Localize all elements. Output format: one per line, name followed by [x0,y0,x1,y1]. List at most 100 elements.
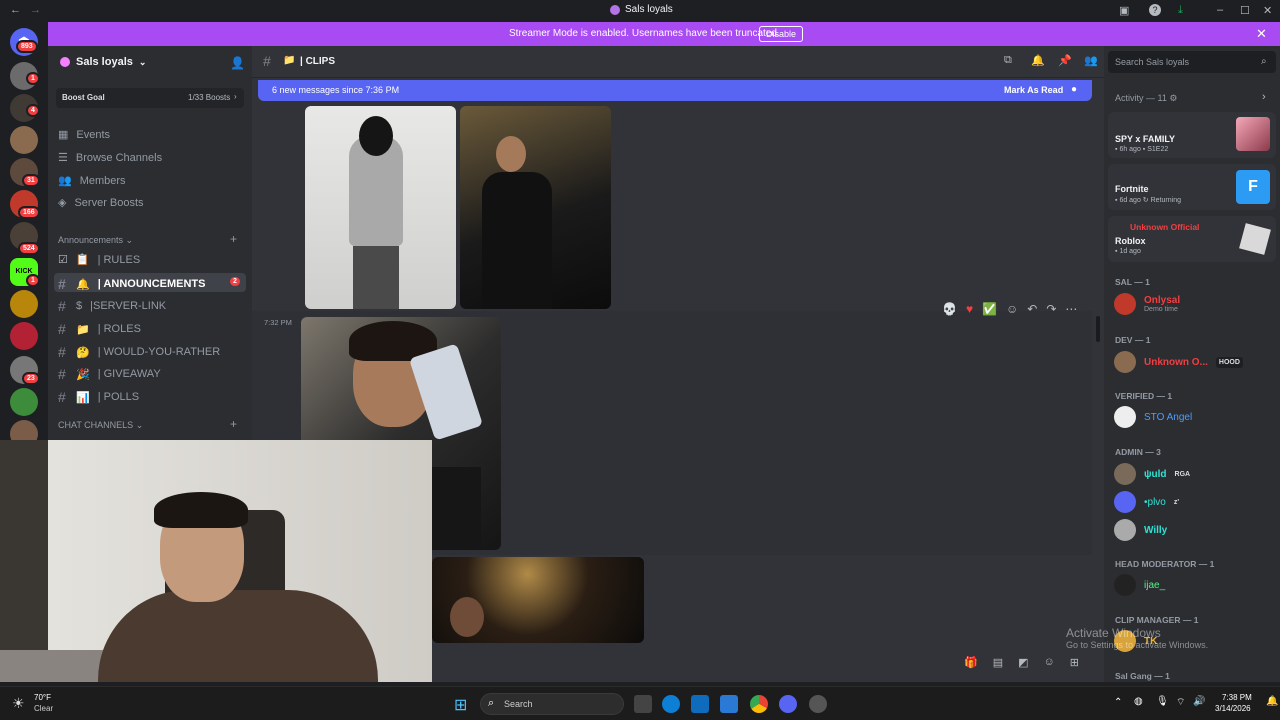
gift-icon[interactable]: 🎁 [964,656,978,669]
chevron-right-icon[interactable]: › [1262,91,1266,103]
emoji-icon[interactable]: ☺ [1044,656,1055,669]
maximize-icon[interactable]: ☐ [1240,4,1250,17]
forward-icon[interactable]: ↷ [1046,302,1056,316]
member-admin-1[interactable]: ψuld RGA [1114,463,1190,485]
member-admin-2[interactable]: •plvo z' [1114,491,1179,513]
discord-icon[interactable] [779,695,797,713]
nav-members[interactable]: 👥 Members [58,174,126,188]
close-icon[interactable]: ✕ [1256,26,1267,42]
channel-polls[interactable]: # 📊 | POLLS [58,389,139,405]
checkbox-icon: ☑ [58,254,68,266]
server-icon-3[interactable] [10,126,38,154]
role-header: CLIP MANAGER — 1 [1115,615,1199,625]
weather-text: Clear [34,704,54,713]
channel-server-link[interactable]: # $ |SERVER-LINK [58,298,166,314]
threads-icon[interactable]: ⧉ [1004,54,1012,67]
download-icon[interactable]: ⤓ [1178,4,1183,17]
server-icon-10[interactable] [10,388,38,416]
server-icon-8[interactable] [10,322,38,350]
forward-arrow-icon[interactable]: → [30,4,41,16]
chrome-icon[interactable] [750,695,768,713]
app-icon[interactable] [809,695,827,713]
category-chat-channels[interactable]: CHAT CHANNELS ⌄ [58,420,143,431]
mark-as-read-button[interactable]: Mark As Read [1004,85,1063,95]
disable-button[interactable]: Disable [759,26,804,42]
chevron-up-icon[interactable]: ⌃ [1114,697,1122,708]
chevron-right-icon: › [234,92,237,101]
member-list-icon[interactable]: 👥 [1084,54,1098,67]
avatar [1114,519,1136,541]
member-onlysal[interactable]: Onlysal Demo time [1114,293,1180,315]
close-window-icon[interactable]: ✕ [1263,4,1272,17]
taskbar-search[interactable]: ⌕ Search [480,693,624,715]
back-arrow-icon[interactable]: ← [10,4,21,16]
channel-rules[interactable]: ☑ 📋 | RULES [58,253,140,267]
task-view-icon[interactable] [634,695,652,713]
mail-icon[interactable] [720,695,738,713]
bell-icon[interactable]: 🔔 [1031,54,1045,67]
member-unknown[interactable]: Unknown O... HOOD [1114,351,1243,373]
windows-start-icon[interactable]: ⊞ [454,695,467,715]
channel-announcements-active[interactable]: # 🔔 | ANNOUNCEMENTS 2 [54,273,246,292]
server-icon-7[interactable] [10,290,38,318]
add-reaction-icon[interactable]: ☺ [1006,302,1018,316]
apps-icon[interactable]: ⊞ [1070,656,1079,669]
channel-roles[interactable]: # 📁 | ROLES [58,321,141,337]
activity-header[interactable]: Activity — 11 ⚙ [1115,93,1177,104]
member-admin-3[interactable]: Willy [1114,519,1167,541]
search-input[interactable]: Search Sals loyals [1115,57,1189,67]
member-ijae[interactable]: ijae_ [1114,574,1165,596]
clock-date[interactable]: 3/14/2026 [1215,704,1251,713]
channel-would-you-rather[interactable]: # 🤔 | WOULD-YOU-RATHER [58,344,220,360]
nav-server-boosts[interactable]: ◈ Server Boosts [58,196,144,210]
volume-icon[interactable]: 🔊 [1193,696,1205,707]
role-header: ADMIN — 3 [1115,447,1161,457]
heart-reaction-icon[interactable]: ♥ [966,302,973,316]
gif-icon[interactable]: ▤ [993,656,1003,669]
server-name-header[interactable]: Sals loyals ⌄ [60,56,146,68]
check-reaction-icon[interactable]: ✅ [982,302,997,316]
hash-icon: # [58,321,66,337]
activity-card-2[interactable]: Fortnite ▪ 6d ago ↻ Returning F [1108,164,1276,210]
reply-icon[interactable]: ↶ [1027,302,1037,316]
category-announcements[interactable]: Announcements ⌄ [58,235,133,246]
edge-icon[interactable] [662,695,680,713]
inbox-icon[interactable]: ▣ [1119,4,1129,17]
notification-badge: 893 [16,40,38,53]
pin-icon[interactable]: 📌 [1058,54,1072,67]
activity-card-1[interactable]: SPY x FAMILY ▪ 6h ago ▪ S1E22 [1108,112,1276,158]
microphone-icon[interactable]: 🎙 [1156,696,1169,707]
nav-browse-channels[interactable]: ☰ Browse Channels [58,151,162,165]
sticker-icon[interactable]: ◩ [1018,656,1028,669]
skull-reaction-icon[interactable]: 💀 [942,302,957,316]
scrollbar-thumb[interactable] [1096,316,1100,342]
invite-people-icon[interactable]: 👤 [230,56,245,70]
calendar-icon: ▦ [58,129,69,141]
channel-giveaway[interactable]: # 🎉 | GIVEAWAY [58,366,161,382]
notification-bell-icon[interactable]: 🔔 [1266,696,1278,707]
add-channel-icon[interactable]: + [230,417,237,431]
can-shape [408,343,484,441]
help-icon[interactable]: ? [1149,4,1161,16]
activity-card-3[interactable]: Unknown Official Roblox ▪ 1d ago [1108,216,1276,262]
store-icon[interactable] [691,695,709,713]
role-header: Sal Gang — 1 [1115,671,1170,681]
clock-time[interactable]: 7:38 PM [1222,693,1252,702]
notification-badge: 524 [18,242,40,255]
search-bar[interactable]: Search Sals loyals ⌕ [1108,51,1276,73]
network-icon[interactable]: ◍ [1134,696,1143,707]
more-options-icon[interactable]: ⋯ [1065,302,1077,316]
wifi-icon[interactable]: ⌔ [1176,696,1185,709]
nav-events[interactable]: ▦ Events [58,128,110,142]
image-attachment-1[interactable] [305,106,456,309]
add-channel-icon[interactable]: + [230,232,237,246]
minimize-icon[interactable]: – [1217,4,1223,16]
boost-goal-bar[interactable]: Boost Goal 1/33 Boosts › [56,88,244,108]
image-attachment-2[interactable] [460,106,611,309]
weather-icon[interactable]: ☀ [12,695,25,712]
new-messages-bar[interactable]: 6 new messages since 7:36 PM Mark As Rea… [258,80,1092,101]
hash-icon: # [58,298,66,314]
member-sto-angel[interactable]: STO Angel [1114,406,1192,428]
image-attachment-4[interactable] [432,557,644,643]
message-actions-toolbar: 💀 ♥ ✅ ☺ ↶ ↷ ⋯ [942,298,1077,320]
